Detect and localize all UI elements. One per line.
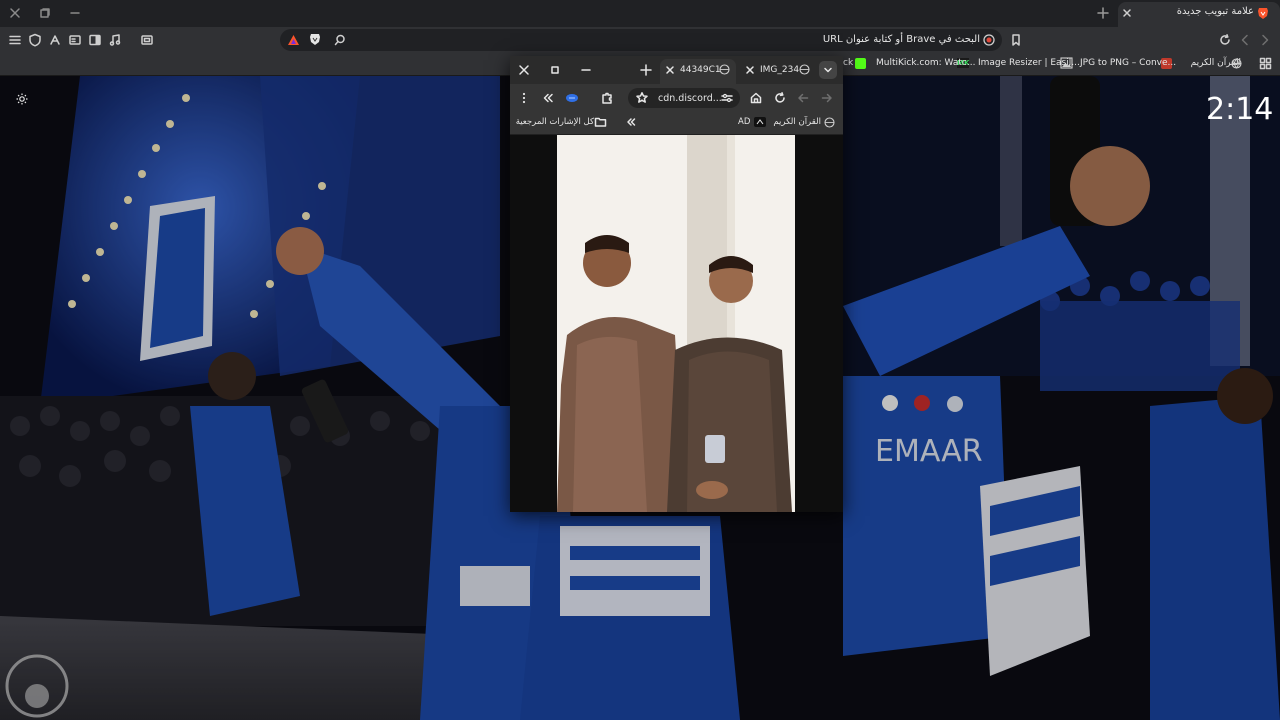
popup-browser-window: 44349C1 IMG_234 cdn.discord... كل الإشار… <box>510 56 843 512</box>
popup-bookmark-star-icon[interactable] <box>635 91 649 105</box>
reader-icon[interactable] <box>68 33 82 47</box>
popup-all-bookmarks-label[interactable]: كل الإشارات المرجعية <box>516 117 594 127</box>
popup-globe-icon <box>824 117 835 128</box>
popup-puzzle-icon[interactable] <box>600 91 614 105</box>
brave-lion-icon <box>1257 7 1269 20</box>
apps-grid-icon[interactable] <box>1259 57 1272 70</box>
popup-maximize-icon[interactable] <box>548 63 562 77</box>
globe-icon <box>1231 58 1242 69</box>
popup-tab-list-button[interactable] <box>819 61 837 79</box>
displayed-photo <box>557 135 795 512</box>
record-icon[interactable] <box>983 34 995 46</box>
popup-forward-icon[interactable] <box>820 91 834 105</box>
popup-reload-icon[interactable] <box>773 91 787 105</box>
screenshot-icon[interactable] <box>140 33 154 47</box>
popup-extensions-overflow-icon[interactable] <box>541 91 555 105</box>
popup-bookmark-quran[interactable]: القرآن الكريم <box>773 117 821 127</box>
reload-icon[interactable] <box>1218 33 1232 47</box>
popup-back-icon[interactable] <box>796 91 810 105</box>
tab-close-icon[interactable] <box>1121 7 1133 19</box>
window-restore-icon[interactable] <box>38 6 52 20</box>
popup-bookmarks-overflow-icon[interactable] <box>625 116 637 128</box>
popup-minimize-icon[interactable] <box>579 63 593 77</box>
brave-shield-icon[interactable] <box>309 33 321 46</box>
menu-icon[interactable] <box>8 33 22 47</box>
popup-tab-title: IMG_234 <box>760 65 800 75</box>
popup-home-icon[interactable] <box>749 91 763 105</box>
popup-close-icon[interactable] <box>517 63 531 77</box>
forward-icon[interactable] <box>1258 33 1272 47</box>
settings-gear-icon[interactable] <box>15 92 29 106</box>
brave-vpn-icon[interactable] <box>287 34 300 46</box>
popup-tab-close-icon[interactable] <box>745 65 755 75</box>
popup-folder-icon <box>594 116 607 128</box>
bookmark-image-resizer[interactable]: Image Resizer | Easil... <box>978 58 1080 68</box>
address-bar-placeholder: البحث في Brave أو كتابة عنوان URL <box>822 34 980 45</box>
popup-site-settings-icon[interactable] <box>720 91 734 105</box>
popup-tab-globe-icon <box>799 64 810 75</box>
search-icon <box>333 33 347 47</box>
music-icon[interactable] <box>108 33 122 47</box>
window-close-icon[interactable] <box>8 6 22 20</box>
popup-tab-close-icon[interactable] <box>665 65 675 75</box>
bookmark-kick[interactable]: ck <box>843 58 853 68</box>
sidebar-icon[interactable] <box>88 33 102 47</box>
shield-icon[interactable] <box>28 33 42 47</box>
back-icon[interactable] <box>1238 33 1252 47</box>
tab-title: علامة تبويب جديدة <box>1176 6 1254 17</box>
popup-menu-icon[interactable] <box>518 91 530 105</box>
bookmark-jpg-to-png[interactable]: JPG to PNG – Conve... <box>1080 58 1176 68</box>
popup-image-viewer <box>510 135 843 512</box>
popup-bookmark-ad[interactable]: AD <box>738 117 750 127</box>
new-tab-icon[interactable] <box>1096 6 1110 20</box>
rewards-icon[interactable] <box>48 33 62 47</box>
popup-tab-title: 44349C1 <box>680 65 721 75</box>
kick-favicon-icon <box>855 58 866 69</box>
popup-new-tab-icon[interactable] <box>639 63 653 77</box>
popup-tab-globe-icon <box>719 64 730 75</box>
popup-extension-icon[interactable] <box>564 91 580 105</box>
popup-ad-favicon-icon <box>754 117 766 127</box>
popup-address-text: cdn.discord... <box>658 93 722 104</box>
tab-strip <box>0 0 1280 27</box>
video-countdown: 2:14 <box>1206 92 1274 127</box>
bookmark-multikick[interactable]: MultiKick.com: Watc... <box>876 58 975 68</box>
bookmark-icon[interactable] <box>1009 33 1023 47</box>
window-minimize-icon[interactable] <box>68 6 82 20</box>
